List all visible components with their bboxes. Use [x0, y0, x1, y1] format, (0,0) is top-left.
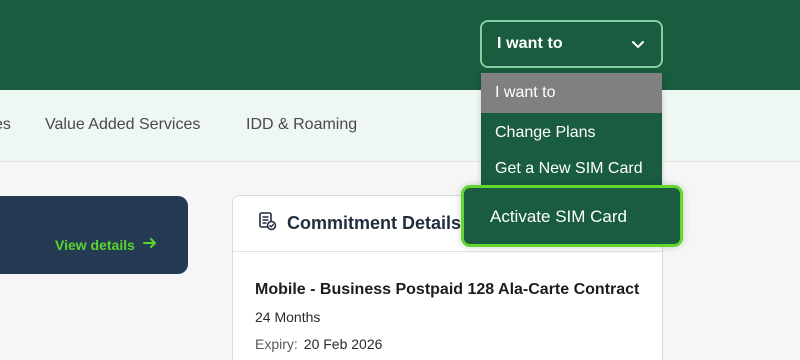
expiry-row: Expiry: 20 Feb 2026 [255, 336, 382, 352]
nav-item-idd-roaming[interactable]: IDD & Roaming [246, 116, 357, 134]
expiry-label: Expiry: [255, 336, 298, 352]
view-details-link[interactable]: View details [55, 236, 157, 253]
contract-check-icon [257, 211, 277, 236]
top-header: I want to [0, 0, 800, 90]
contract-duration: 24 Months [255, 309, 321, 325]
secondary-nav: es Value Added Services IDD & Roaming [0, 90, 800, 162]
commitment-title: Commitment Details [287, 213, 462, 233]
chevron-down-icon [630, 36, 646, 52]
dropdown-option-i-want-to[interactable]: I want to [481, 73, 662, 113]
account-summary-card: View details [0, 196, 188, 274]
plan-name: Mobile - Business Postpaid 128 Ala-Carte… [255, 281, 640, 298]
select-label: I want to [497, 35, 563, 52]
nav-item-services-truncated[interactable]: es [0, 116, 11, 134]
dropdown-option-change-plans[interactable]: Change Plans [481, 113, 662, 153]
i-want-to-select[interactable]: I want to [480, 20, 663, 68]
nav-item-value-added-services[interactable]: Value Added Services [45, 116, 200, 134]
expiry-date: 20 Feb 2026 [303, 336, 383, 352]
activate-sim-highlight: Activate SIM Card [461, 185, 683, 247]
dropdown-option-activate-sim[interactable]: Activate SIM Card [477, 192, 667, 242]
arrow-right-icon [142, 236, 157, 253]
view-details-label: View details [55, 236, 135, 253]
dropdown-option-get-new-sim[interactable]: Get a New SIM Card [481, 150, 662, 188]
